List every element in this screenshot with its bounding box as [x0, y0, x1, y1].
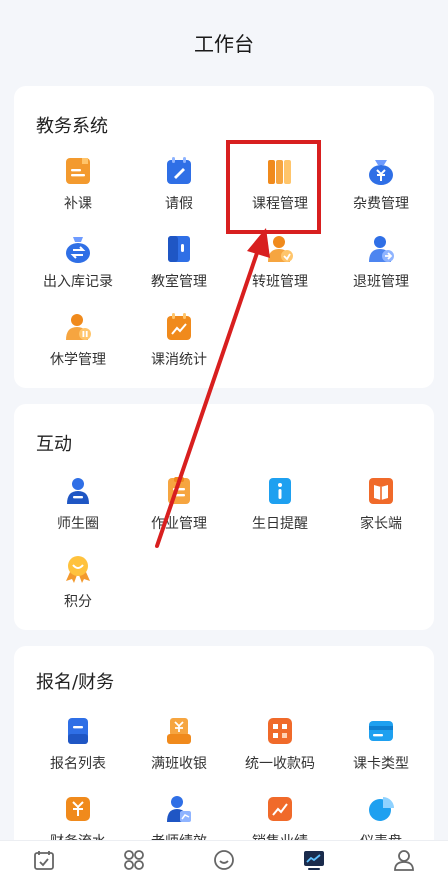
item-label: 教室管理: [151, 274, 207, 290]
tab-workbench[interactable]: [294, 849, 334, 875]
course-card-icon: [369, 721, 393, 741]
item-label: 请假: [165, 196, 193, 212]
item-payment-qr[interactable]: 统一收款码: [230, 716, 330, 786]
item-label: 课消统计: [151, 352, 207, 368]
dashboard-pie-icon: [369, 797, 394, 821]
item-label: 转班管理: [252, 274, 308, 290]
item-teacher-student-circle[interactable]: 师生圈: [28, 476, 128, 546]
item-label: 积分: [64, 594, 92, 610]
suspend-study-icon: [66, 314, 91, 340]
item-label: 生日提醒: [252, 516, 308, 532]
profile-tab-icon: [394, 850, 414, 871]
transfer-class-icon: [268, 236, 293, 262]
stock-record-icon: [66, 237, 90, 263]
item-label: 报名列表: [50, 756, 106, 772]
item-label: 杂费管理: [353, 196, 409, 212]
class-consumption-chart-icon: [167, 313, 191, 340]
item-parent-portal[interactable]: 家长端: [331, 476, 431, 546]
item-label: 补课: [64, 196, 92, 212]
teacher-student-circle-icon: [67, 478, 89, 504]
calendar-tab-icon: [34, 851, 54, 870]
section-title-finance: 报名/财务: [36, 672, 115, 693]
item-misc-fee[interactable]: 杂费管理: [331, 156, 431, 226]
homework-icon: [168, 477, 190, 504]
misc-fee-icon: [369, 160, 393, 185]
teacher-performance-icon: [167, 796, 191, 822]
makeup-class-icon: [66, 158, 90, 184]
item-label: 退班管理: [353, 274, 409, 290]
item-suspend-study[interactable]: 休学管理: [28, 312, 128, 382]
item-label: 课卡类型: [353, 756, 409, 772]
item-label: 休学管理: [50, 352, 106, 368]
sales-performance-icon: [268, 797, 292, 821]
item-homework[interactable]: 作业管理: [129, 476, 229, 546]
bottom-tab-bar: [0, 840, 448, 877]
withdraw-class-icon: [369, 236, 394, 262]
item-class-consumption[interactable]: 课消统计: [129, 312, 229, 382]
item-course-card[interactable]: 课卡类型: [331, 716, 431, 786]
item-label: 统一收款码: [245, 756, 315, 772]
top-bar: 工作台: [0, 0, 448, 84]
parent-portal-icon: [369, 478, 393, 504]
tab-apps[interactable]: [114, 849, 154, 875]
interaction-section: 互动 师生圈 作业管理 生日提醒 家长端 积分: [14, 404, 434, 630]
annotation-highlight-box: [226, 140, 321, 234]
item-points[interactable]: 积分: [28, 554, 128, 624]
item-label: 满班收银: [151, 756, 207, 772]
tab-profile[interactable]: [384, 849, 424, 875]
apps-tab-icon: [124, 850, 144, 870]
birthday-reminder-icon: [269, 478, 291, 504]
page-title: 工作台: [194, 31, 254, 56]
item-label: 家长端: [360, 516, 402, 532]
smile-tab-icon: [214, 850, 234, 870]
leave-request-icon: [167, 157, 191, 184]
item-makeup-class[interactable]: 补课: [28, 156, 128, 226]
item-label: 师生圈: [57, 516, 99, 532]
points-medal-icon: [66, 556, 90, 583]
item-label: 作业管理: [151, 516, 207, 532]
item-leave-request[interactable]: 请假: [129, 156, 229, 226]
academic-section: 教务系统 补课 请假 课程管理 杂费管理 出入库记录 教室管理 转班管理 退班管…: [14, 86, 434, 388]
classroom-icon: [168, 236, 190, 262]
tab-schedule[interactable]: [24, 849, 64, 875]
item-withdraw-class[interactable]: 退班管理: [331, 234, 431, 304]
item-full-class-cashier[interactable]: 满班收银: [129, 716, 229, 786]
tab-social[interactable]: [204, 849, 244, 875]
payment-qr-icon: [268, 718, 292, 744]
item-enrollment-list[interactable]: 报名列表: [28, 716, 128, 786]
section-title-interaction: 互动: [36, 434, 72, 455]
item-birthday-reminder[interactable]: 生日提醒: [230, 476, 330, 546]
enrollment-list-icon: [68, 718, 88, 744]
workbench-tab-icon: [304, 851, 324, 870]
item-classroom[interactable]: 教室管理: [129, 234, 229, 304]
section-title-academic: 教务系统: [36, 116, 108, 137]
item-stock-record[interactable]: 出入库记录: [28, 234, 128, 304]
item-label: 出入库记录: [43, 274, 113, 290]
full-class-cashier-icon: [167, 718, 191, 744]
item-transfer-class[interactable]: 转班管理: [230, 234, 330, 304]
finance-flow-icon: [66, 797, 90, 821]
